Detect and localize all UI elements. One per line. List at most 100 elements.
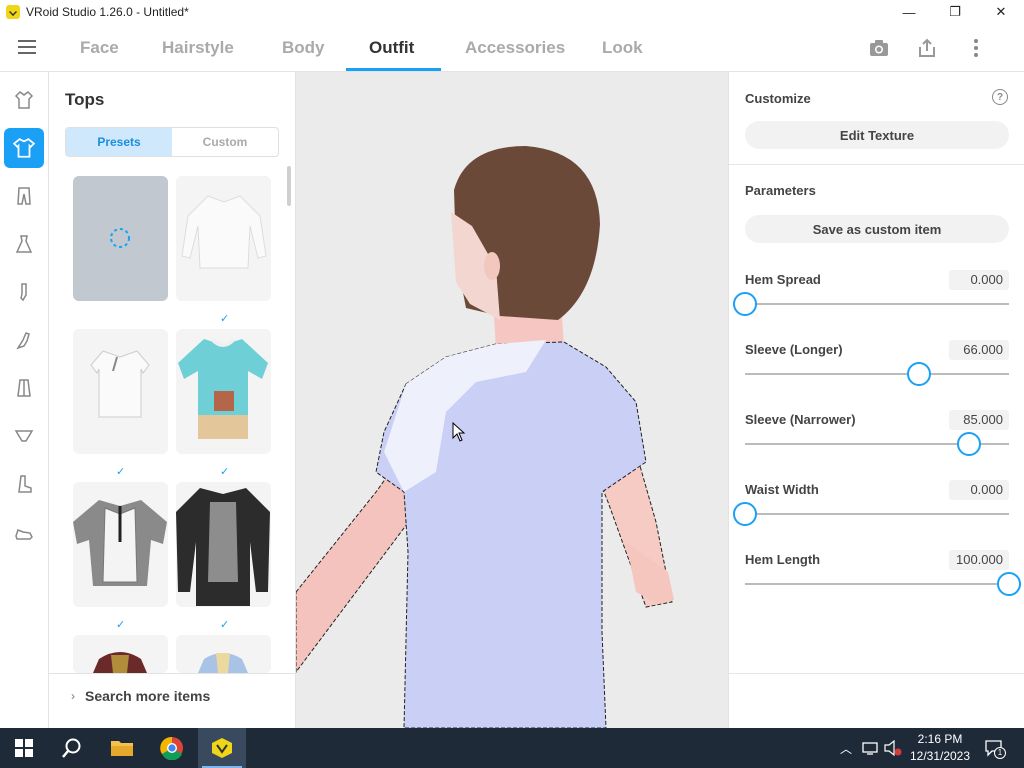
- slider-thumb[interactable]: [997, 572, 1021, 596]
- custom-tab[interactable]: Custom: [172, 128, 278, 156]
- system-clock[interactable]: 2:16 PM 12/31/2023: [905, 731, 975, 765]
- preset-tile-dark-jacket[interactable]: [73, 635, 168, 673]
- dark-jacket-icon: [93, 652, 147, 673]
- close-button[interactable]: ✕: [978, 0, 1024, 24]
- vroid-logo-icon: [6, 5, 20, 19]
- volume-muted-icon[interactable]: [884, 740, 902, 756]
- tab-face[interactable]: Face: [80, 38, 119, 58]
- taskbar-file-explorer[interactable]: [98, 728, 146, 768]
- search-more-items-button[interactable]: › Search more items: [49, 673, 296, 717]
- camera-icon[interactable]: [869, 38, 889, 58]
- pants-icon: [17, 187, 31, 205]
- taskbar-search-button[interactable]: [48, 728, 96, 768]
- param-value-sleeve-longer[interactable]: 66.000: [949, 340, 1009, 360]
- 3d-viewport[interactable]: [296, 72, 728, 728]
- preset-tile-none[interactable]: [73, 176, 168, 301]
- category-shoes[interactable]: [4, 464, 44, 504]
- underwear-icon: [14, 430, 34, 442]
- category-bottoms[interactable]: [4, 176, 44, 216]
- slider-hem-spread[interactable]: [745, 303, 1009, 305]
- clock-time: 2:16 PM: [917, 732, 963, 746]
- category-innerwear[interactable]: [4, 416, 44, 456]
- tab-hairstyle[interactable]: Hairstyle: [162, 38, 234, 58]
- export-icon[interactable]: [917, 38, 937, 58]
- tab-body[interactable]: Body: [282, 38, 325, 58]
- glove-icon: [16, 332, 30, 350]
- window-title: VRoid Studio 1.26.0 - Untitled*: [26, 5, 189, 19]
- network-icon[interactable]: [862, 740, 878, 756]
- category-outer[interactable]: [4, 368, 44, 408]
- active-tab-indicator: [346, 68, 441, 71]
- slider-thumb[interactable]: [733, 502, 757, 526]
- more-options-icon[interactable]: [966, 38, 986, 58]
- param-value-hem-length[interactable]: 100.000: [949, 550, 1009, 570]
- taskbar-chrome[interactable]: [148, 728, 196, 768]
- white-longsleeve-shirt-icon: [181, 195, 267, 269]
- sneaker-icon: [15, 529, 33, 540]
- slider-sleeve-longer[interactable]: [745, 373, 1009, 375]
- properties-panel: Customize ? Edit Texture Parameters Save…: [728, 72, 1024, 728]
- preset-tile-white-longsleeve[interactable]: [176, 176, 271, 301]
- tops-panel: Tops Presets Custom ✓ ✓ ✓ ✓ ✓ › Search m…: [49, 72, 296, 728]
- preset-tile-blue-dress[interactable]: [176, 635, 271, 673]
- slider-hem-length[interactable]: [745, 583, 1009, 585]
- maximize-button[interactable]: ❐: [932, 0, 978, 24]
- hanger-shirt-icon: [14, 91, 34, 109]
- show-hidden-icons-icon[interactable]: ︿: [840, 740, 852, 757]
- blue-dress-icon: [198, 653, 248, 673]
- jacket-icon: [17, 379, 31, 397]
- search-more-label: Search more items: [85, 687, 211, 704]
- category-onepiece[interactable]: [4, 224, 44, 264]
- tab-outfit[interactable]: Outfit: [369, 38, 414, 58]
- windows-taskbar: ︿ 2:16 PM 12/31/2023 1: [0, 728, 1024, 768]
- param-label-hem-length: Hem Length: [745, 552, 821, 567]
- owned-check-icon: ✓: [220, 466, 230, 478]
- avatar-model: [296, 146, 674, 728]
- slider-thumb[interactable]: [907, 362, 932, 386]
- title-bar: VRoid Studio 1.26.0 - Untitled* — ❐ ✕: [0, 0, 1024, 24]
- taskbar-vroid-studio[interactable]: [198, 728, 246, 768]
- preset-tile-grey-vest[interactable]: [73, 482, 168, 607]
- preset-tile-white-tee[interactable]: [73, 329, 168, 454]
- param-value-sleeve-narrower[interactable]: 85.000: [949, 410, 1009, 430]
- param-label-waist-width: Waist Width: [745, 482, 819, 497]
- white-tee-icon: [90, 350, 150, 418]
- minimize-button[interactable]: —: [886, 0, 932, 24]
- start-button[interactable]: [0, 728, 48, 768]
- param-value-waist-width[interactable]: 0.000: [949, 480, 1009, 500]
- category-socks[interactable]: [4, 272, 44, 312]
- slider-thumb[interactable]: [957, 432, 982, 456]
- param-label-sleeve-longer: Sleeve (Longer): [745, 342, 843, 357]
- save-as-custom-item-button[interactable]: Save as custom item: [745, 215, 1009, 243]
- tab-accessories[interactable]: Accessories: [465, 38, 565, 58]
- scrollbar[interactable]: [287, 166, 291, 206]
- category-tops[interactable]: [4, 128, 44, 168]
- param-label-hem-spread: Hem Spread: [745, 272, 821, 287]
- top-nav: Face Hairstyle Body Outfit Accessories L…: [0, 24, 1024, 72]
- preset-tile-black-coat[interactable]: [176, 482, 271, 607]
- edit-texture-button[interactable]: Edit Texture: [745, 121, 1009, 149]
- tab-look[interactable]: Look: [602, 38, 643, 58]
- tshirt-icon: [13, 138, 35, 158]
- slider-thumb[interactable]: [733, 292, 757, 316]
- help-icon[interactable]: ?: [992, 89, 1008, 105]
- hamburger-menu-icon[interactable]: [18, 40, 36, 54]
- param-value-hem-spread[interactable]: 0.000: [949, 270, 1009, 290]
- category-outfit-all[interactable]: [4, 80, 44, 120]
- boot-icon: [18, 475, 32, 493]
- owned-check-icon: ✓: [220, 313, 230, 325]
- owned-check-icon: ✓: [220, 619, 230, 631]
- category-accessory-shoe[interactable]: [4, 512, 44, 552]
- action-center-button[interactable]: 1: [984, 738, 1006, 759]
- slider-waist-width[interactable]: [745, 513, 1009, 515]
- dress-icon: [15, 235, 33, 253]
- search-icon: [62, 738, 81, 758]
- loading-circle-icon: [110, 228, 130, 248]
- presets-tab[interactable]: Presets: [66, 128, 172, 156]
- sock-icon: [20, 283, 27, 302]
- mouse-cursor-icon: [452, 422, 466, 442]
- preset-tile-teal-hoodie[interactable]: [176, 329, 271, 454]
- windows-logo-icon: [15, 739, 33, 757]
- notification-count-badge: 1: [994, 747, 1006, 759]
- category-gloves[interactable]: [4, 320, 44, 360]
